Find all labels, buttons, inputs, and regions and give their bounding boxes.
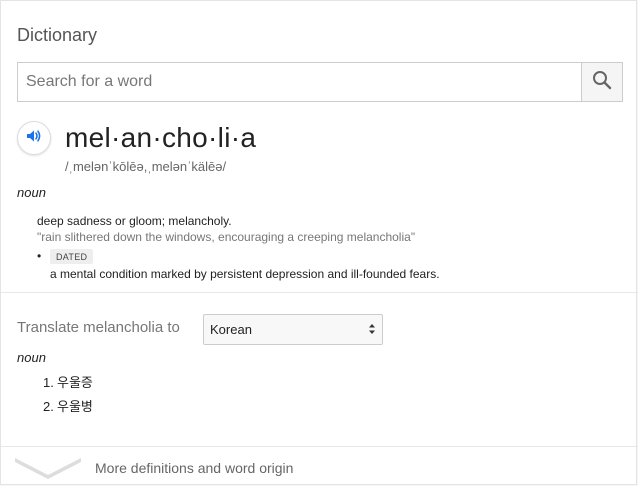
definition-text: a mental condition marked by persistent … — [50, 267, 440, 281]
definition-bullet: • — [37, 249, 42, 263]
part-of-speech: noun — [17, 185, 46, 200]
definition-text: deep sadness or gloom; melancholy. — [37, 214, 232, 228]
search-button[interactable] — [581, 63, 622, 101]
card-title: Dictionary — [17, 25, 98, 45]
translation-list: 1. 우울증 2. 우울병 — [43, 374, 93, 422]
search-box — [17, 62, 623, 102]
translation-number: 2. — [43, 399, 54, 414]
translation-number: 1. — [43, 375, 54, 390]
dictionary-card: Dictionary mel·an·cho·li·a /ˌmelənˈkōlēə… — [0, 0, 638, 486]
language-select-value: Korean — [210, 322, 252, 337]
section-divider — [1, 292, 638, 293]
more-definitions-label: More definitions and word origin — [95, 460, 294, 476]
usage-label-badge: DATED — [50, 249, 94, 264]
search-icon — [592, 70, 612, 95]
pronunciation-button[interactable] — [17, 121, 51, 155]
select-arrows-icon — [368, 322, 376, 336]
translation-text: 우울증 — [57, 375, 93, 390]
language-select[interactable]: Korean — [203, 314, 383, 345]
phonetic-transcription: /ˌmelənˈkōlēə,ˌmelənˈkälēə/ — [65, 159, 227, 174]
translate-label: Translate melancholia to — [17, 319, 180, 336]
chevron-down-icon — [15, 455, 81, 484]
translation-item: 1. 우울증 — [43, 374, 93, 398]
speaker-icon — [25, 127, 43, 150]
more-definitions-link[interactable]: More definitions and word origin — [1, 447, 638, 486]
translation-part-of-speech: noun — [17, 350, 46, 365]
translation-item: 2. 우울병 — [43, 398, 93, 422]
search-input[interactable] — [18, 63, 581, 101]
translation-text: 우울병 — [57, 399, 93, 414]
definition-example: "rain slithered down the windows, encour… — [37, 230, 416, 244]
headword: mel·an·cho·li·a — [65, 122, 257, 153]
